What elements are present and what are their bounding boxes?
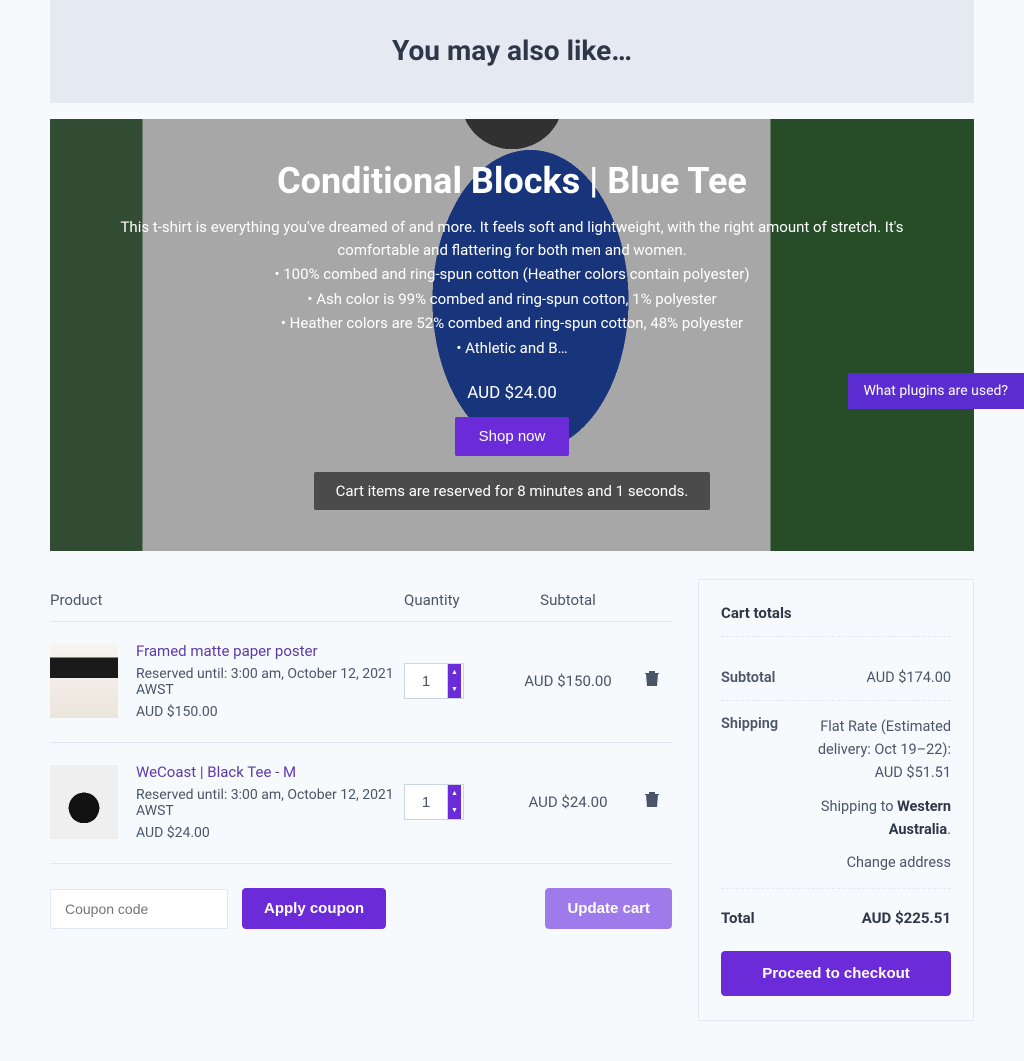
product-name-link[interactable]: WeCoast | Black Tee - M xyxy=(136,763,404,781)
qty-down-button[interactable]: ▼ xyxy=(448,802,461,819)
cart-totals-heading: Cart totals xyxy=(721,604,951,637)
hero-product: Conditional Blocks | Blue Tee This t-shi… xyxy=(50,119,974,551)
subtotal-label: Subtotal xyxy=(721,669,775,686)
hero-bullet: • Athletic and B… xyxy=(456,337,567,360)
line-subtotal: AUD $24.00 xyxy=(504,793,632,811)
quantity-input[interactable] xyxy=(405,664,447,698)
trash-icon[interactable] xyxy=(645,792,659,808)
shipping-rate: Flat Rate (Estimated delivery: Oct 19–22… xyxy=(818,718,951,781)
plugin-detector-banner[interactable]: What plugins are used? xyxy=(848,373,1024,409)
upsell-header: You may also like… xyxy=(50,0,974,103)
line-subtotal: AUD $150.00 xyxy=(504,672,632,690)
reserved-until: Reserved until: 3:00 am, October 12, 202… xyxy=(136,666,404,698)
quantity-stepper[interactable]: ▲ ▼ xyxy=(404,784,464,820)
shop-now-button[interactable]: Shop now xyxy=(455,417,570,456)
shipping-region: Western Australia xyxy=(889,798,951,838)
product-thumb[interactable] xyxy=(50,644,118,718)
unit-price: AUD $150.00 xyxy=(136,704,404,720)
hero-bullet: • 100% combed and ring-spun cotton (Heat… xyxy=(274,263,749,286)
unit-price: AUD $24.00 xyxy=(136,825,404,841)
col-product: Product xyxy=(50,591,404,609)
product-thumb[interactable] xyxy=(50,765,118,839)
trash-icon[interactable] xyxy=(645,671,659,687)
reservation-notice: Cart items are reserved for 8 minutes an… xyxy=(314,472,711,510)
shipping-label: Shipping xyxy=(721,715,778,874)
cart-totals-card: Cart totals Subtotal AUD $174.00 Shippin… xyxy=(698,579,974,1021)
hero-description: This t-shirt is everything you've dreame… xyxy=(110,216,914,261)
shipping-to-prefix: Shipping to xyxy=(821,798,897,815)
cart-row: WeCoast | Black Tee - M Reserved until: … xyxy=(50,743,672,864)
quantity-input[interactable] xyxy=(405,785,447,819)
coupon-input[interactable] xyxy=(50,889,228,929)
qty-down-button[interactable]: ▼ xyxy=(448,681,461,698)
subtotal-value: AUD $174.00 xyxy=(866,669,951,686)
quantity-stepper[interactable]: ▲ ▼ xyxy=(404,663,464,699)
cart-table: Product Quantity Subtotal Framed matte p… xyxy=(50,579,672,1021)
total-label: Total xyxy=(721,909,755,927)
product-name-link[interactable]: Framed matte paper poster xyxy=(136,642,404,660)
qty-up-button[interactable]: ▲ xyxy=(448,785,461,802)
upsell-heading: You may also like… xyxy=(50,34,974,67)
change-address-link[interactable]: Change address xyxy=(794,851,951,874)
proceed-to-checkout-button[interactable]: Proceed to checkout xyxy=(721,951,951,996)
update-cart-button[interactable]: Update cart xyxy=(545,888,672,929)
total-value: AUD $225.51 xyxy=(862,909,951,927)
apply-coupon-button[interactable]: Apply coupon xyxy=(242,888,386,929)
hero-price: AUD $24.00 xyxy=(467,383,557,403)
hero-title: Conditional Blocks | Blue Tee xyxy=(277,160,747,202)
col-quantity: Quantity xyxy=(404,591,504,609)
cart-row: Framed matte paper poster Reserved until… xyxy=(50,622,672,743)
col-subtotal: Subtotal xyxy=(504,591,632,609)
hero-bullet: • Ash color is 99% combed and ring-spun … xyxy=(307,288,716,311)
hero-bullet: • Heather colors are 52% combed and ring… xyxy=(281,312,743,335)
qty-up-button[interactable]: ▲ xyxy=(448,664,461,681)
reserved-until: Reserved until: 3:00 am, October 12, 202… xyxy=(136,787,404,819)
